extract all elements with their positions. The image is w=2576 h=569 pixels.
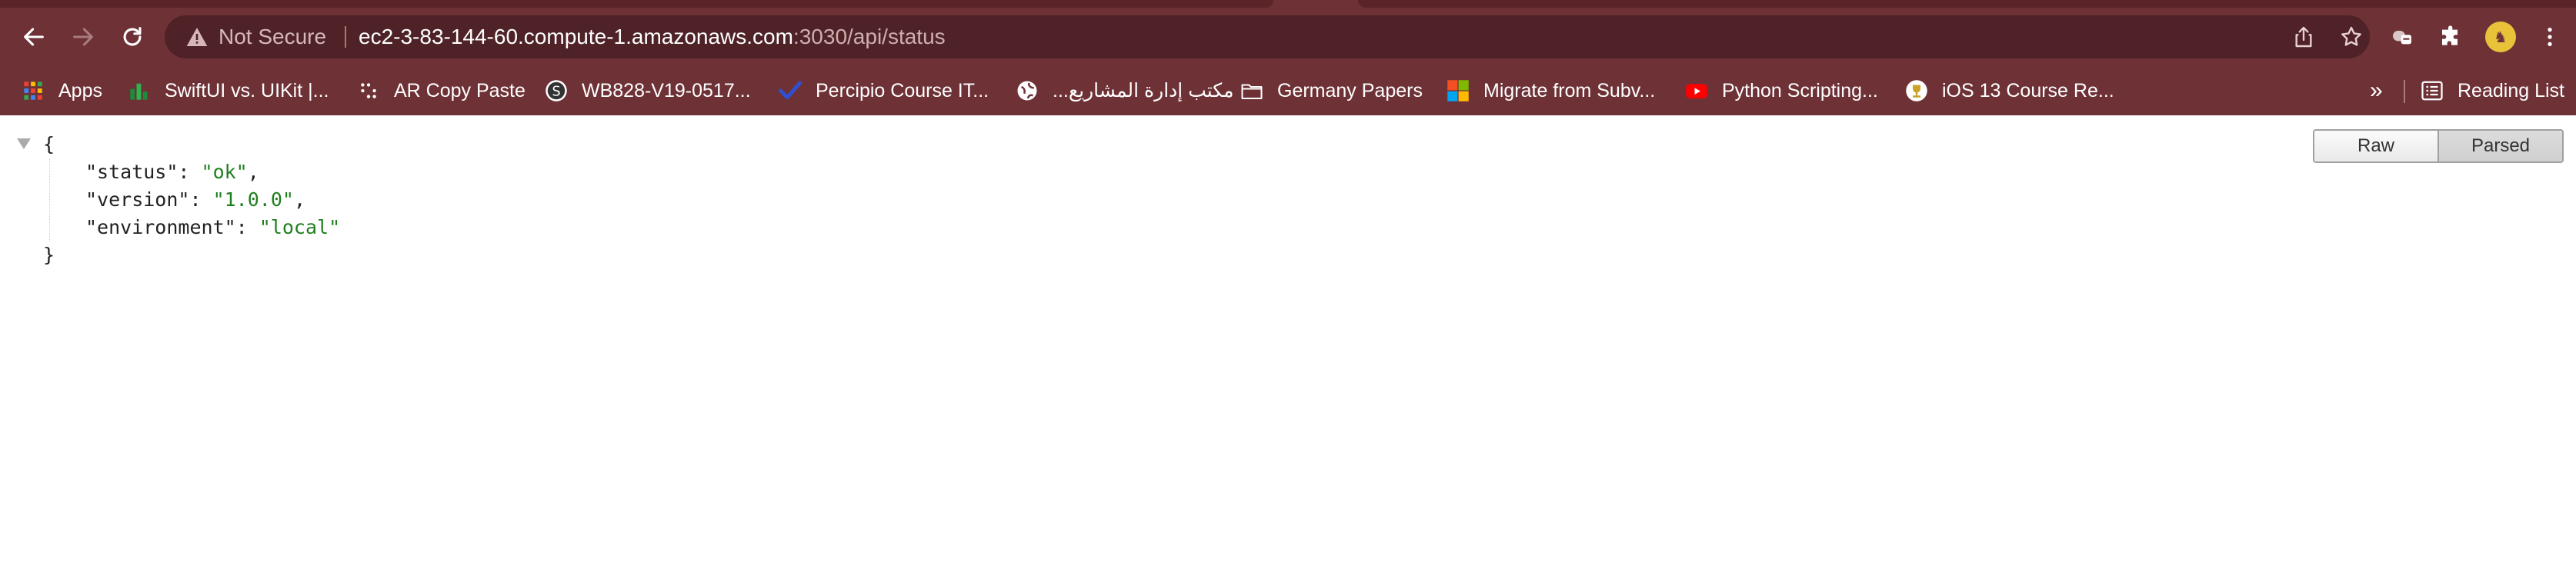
bookmark-label: مكتب إدارة المشاريع... xyxy=(1053,80,1234,101)
apps-grid-icon xyxy=(22,79,45,102)
arrow-left-icon xyxy=(24,28,44,46)
bookmark-ar-copy-paste[interactable]: AR Copy Paste xyxy=(357,66,526,115)
raw-button[interactable]: Raw xyxy=(2314,131,2438,161)
arrow-right-icon xyxy=(73,28,93,46)
bookmark-label: iOS 13 Course Re... xyxy=(1942,79,2114,101)
omnibox-separator xyxy=(345,26,346,48)
menu-button[interactable] xyxy=(2536,23,2564,51)
page-content: { "status": "ok", "version": "1.0.0", "e… xyxy=(0,115,2576,569)
check-logo-icon xyxy=(779,79,802,102)
bookmark-germany-papers[interactable]: Germany Papers xyxy=(1240,66,1423,115)
profile-avatar[interactable]: ♞ xyxy=(2485,22,2516,52)
extension-toggle-button[interactable] xyxy=(2388,23,2416,51)
bookmark-label: WB828-V19-0517... xyxy=(582,79,751,101)
json-key: "status" xyxy=(85,161,179,183)
json-close-brace: } xyxy=(43,244,55,266)
json-viewer: { "status": "ok", "version": "1.0.0", "e… xyxy=(43,131,340,269)
bookmark-label: Migrate from Subv... xyxy=(1483,79,1656,101)
bookmark-label: AR Copy Paste xyxy=(394,79,526,101)
bookmark-wb828[interactable]: S WB828-V19-0517... xyxy=(545,66,751,115)
avatar-figure-icon: ♞ xyxy=(2494,28,2508,46)
bookmark-migrate[interactable]: Migrate from Subv... xyxy=(1446,66,1655,115)
view-mode-toggle: Raw Parsed xyxy=(2313,129,2564,163)
reload-button[interactable] xyxy=(114,18,151,55)
bookmark-python-scripting[interactable]: Python Scripting... xyxy=(1685,66,1878,115)
reading-list-label: Reading List xyxy=(2458,79,2564,101)
s-logo-icon: S xyxy=(545,79,568,102)
extension-badge-icon xyxy=(2393,31,2411,45)
tab-strip-left xyxy=(0,0,1273,8)
trophy-icon xyxy=(1905,79,1928,102)
json-value: "1.0.0" xyxy=(212,188,294,211)
json-open-brace: { xyxy=(43,133,55,155)
share-icon[interactable] xyxy=(2291,25,2316,49)
json-value: "ok" xyxy=(201,161,248,183)
bookmarks-overflow-button[interactable]: » xyxy=(2370,66,2383,115)
bookmark-percipio[interactable]: Percipio Course IT... xyxy=(779,66,989,115)
svg-text:S: S xyxy=(552,84,560,99)
json-key: "environment" xyxy=(85,216,236,238)
star-icon[interactable] xyxy=(2339,25,2364,49)
dots-icon xyxy=(357,79,380,102)
json-separator: , xyxy=(293,188,305,211)
bookmark-label: Apps xyxy=(58,79,102,101)
url-path: :3030/api/status xyxy=(792,25,946,48)
json-object-body: "status": "ok", "version": "1.0.0", "env… xyxy=(49,158,340,241)
warning-icon[interactable] xyxy=(185,25,209,49)
browser-chrome: Not Secure ec2-3-83-144-60.compute-1.ama… xyxy=(0,0,2576,115)
json-key: "version" xyxy=(85,188,190,211)
security-status[interactable]: Not Secure xyxy=(219,15,326,58)
bookmark-label: Python Scripting... xyxy=(1722,79,1878,101)
extensions-button[interactable] xyxy=(2438,23,2465,51)
reading-list-button[interactable]: Reading List xyxy=(2421,66,2564,115)
collapse-toggle-icon[interactable] xyxy=(17,138,31,149)
bookmark-swiftui[interactable]: SwiftUI vs. UIKit |... xyxy=(128,66,329,115)
globe-icon xyxy=(1016,79,1039,102)
json-separator: , xyxy=(247,161,259,183)
json-entry: "environment": "local" xyxy=(85,216,341,238)
bookmark-label: SwiftUI vs. UIKit |... xyxy=(165,79,329,101)
bookmark-pmo[interactable]: مكتب إدارة المشاريع... xyxy=(1016,66,1234,115)
reading-list-icon xyxy=(2421,79,2444,102)
folder-icon xyxy=(1240,79,1263,102)
back-button[interactable] xyxy=(15,18,52,55)
json-entry: "status": "ok", xyxy=(85,161,259,183)
tab-strip-right xyxy=(1358,0,2576,8)
url-host: ec2-3-83-144-60.compute-1.amazonaws.com xyxy=(359,25,793,48)
json-entry: "version": "1.0.0", xyxy=(85,188,305,211)
address-bar[interactable]: Not Secure ec2-3-83-144-60.compute-1.ama… xyxy=(165,15,2370,58)
bookmarks-bar: Apps SwiftUI vs. UIKit |... AR Copy Past… xyxy=(0,66,2576,115)
bookmark-ios13-course[interactable]: iOS 13 Course Re... xyxy=(1905,66,2114,115)
puzzle-icon xyxy=(2442,25,2458,45)
bookmark-apps[interactable]: Apps xyxy=(22,66,102,115)
kebab-menu-icon xyxy=(2548,28,2552,46)
bookmarks-divider xyxy=(2404,80,2405,103)
bookmark-label: Percipio Course IT... xyxy=(816,79,989,101)
parsed-button[interactable]: Parsed xyxy=(2438,131,2562,161)
green-bars-icon xyxy=(128,79,151,102)
microsoft-logo-icon xyxy=(1446,79,1470,102)
bookmark-label: Germany Papers xyxy=(1277,79,1423,101)
json-value: "local" xyxy=(259,216,341,238)
forward-button[interactable] xyxy=(65,18,102,55)
browser-toolbar: Not Secure ec2-3-83-144-60.compute-1.ama… xyxy=(0,8,2576,66)
url-text[interactable]: ec2-3-83-144-60.compute-1.amazonaws.com:… xyxy=(359,15,946,58)
youtube-icon xyxy=(1685,79,1708,102)
reload-icon xyxy=(123,27,142,46)
